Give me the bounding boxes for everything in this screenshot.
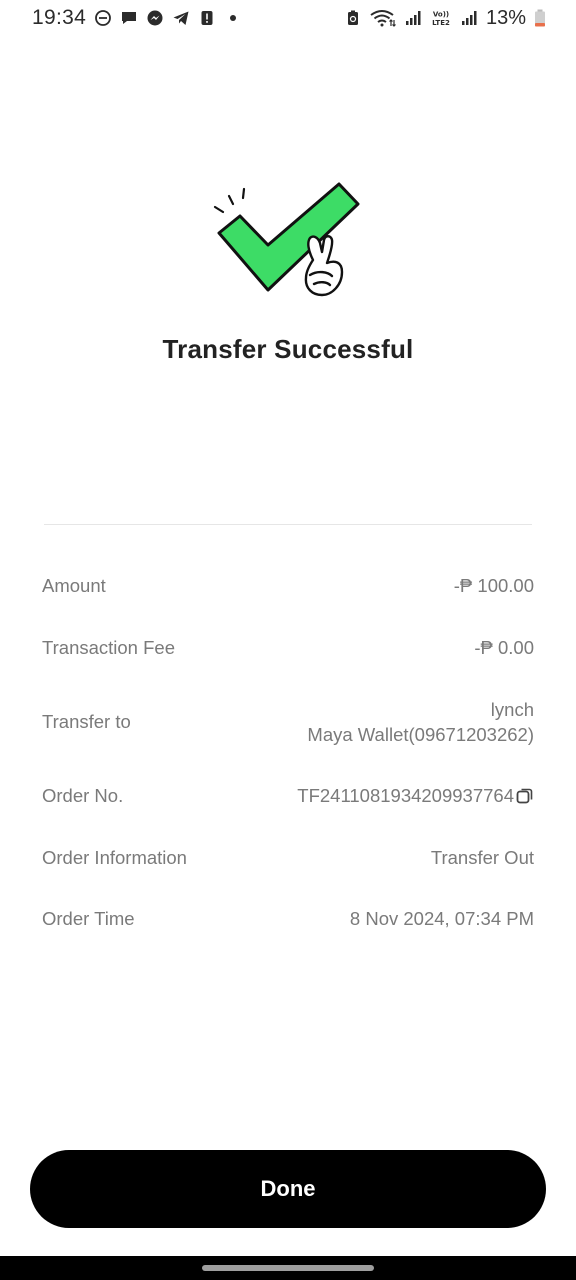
signal-icon [405,11,421,25]
success-illustration [0,180,576,310]
order-no-label: Order No. [42,785,124,806]
done-button[interactable]: Done [30,1150,546,1228]
transfer-to-value: lynch Maya Wallet(09671203262) [307,697,534,747]
do-not-disturb-icon [95,10,111,26]
order-info-value: Transfer Out [430,847,534,868]
battery-saver-icon [347,10,358,25]
battery-icon [535,9,545,27]
detail-row-order-no: Order No. TF2411081934209937764 [42,785,534,807]
divider [44,524,532,525]
detail-row-transfer-to: Transfer to lynch Maya Wallet(0967120326… [42,697,534,747]
copy-icon[interactable] [516,787,534,805]
chat-bubble-icon [122,12,137,24]
recipient-account: Maya Wallet(09671203262) [307,724,534,745]
status-left: 19:34 [32,6,242,30]
fee-value: -₱ 0.00 [474,637,534,658]
detail-row-amount: Amount -₱ 100.00 [42,575,534,597]
telegram-icon [173,11,189,25]
recipient-name: lynch [490,699,534,720]
status-time: 19:34 [32,6,87,29]
amount-label: Amount [42,575,106,596]
status-right: Vo)) LTE2 13% [344,7,546,30]
fee-label: Transaction Fee [42,637,175,658]
status-bar: 19:34 Vo)) LTE2 13% [0,0,576,36]
transfer-to-label: Transfer to [42,711,131,732]
svg-text:Vo)): Vo)) [433,11,449,19]
detail-row-fee: Transaction Fee -₱ 0.00 [42,637,534,659]
amount-value: -₱ 100.00 [453,575,534,596]
battery-percent: 13% [485,6,526,29]
order-time-label: Order Time [42,908,135,929]
order-no-value-group: TF2411081934209937764 [297,785,534,807]
volte-lte2-icon: Vo)) LTE2 [432,11,450,28]
success-checkmark-icon [213,182,360,297]
order-info-label: Order Information [42,847,187,868]
page-title: Transfer Successful [162,334,414,364]
wifi-icon [370,10,396,27]
detail-row-order-time: Order Time 8 Nov 2024, 07:34 PM [42,908,534,930]
screen: 19:34 Vo)) LTE2 13% Transfer Successful … [0,0,576,1280]
detail-row-order-info: Order Information Transfer Out [42,847,534,869]
messenger-icon [147,10,163,26]
home-gesture-handle[interactable] [202,1265,374,1271]
signal-icon [461,11,477,25]
order-no-value: TF2411081934209937764 [297,785,514,806]
alert-icon [201,11,213,25]
navigation-bar [0,1256,576,1280]
svg-text:LTE2: LTE2 [432,19,450,27]
order-time-value: 8 Nov 2024, 07:34 PM [349,908,534,929]
dot-icon [230,15,237,21]
